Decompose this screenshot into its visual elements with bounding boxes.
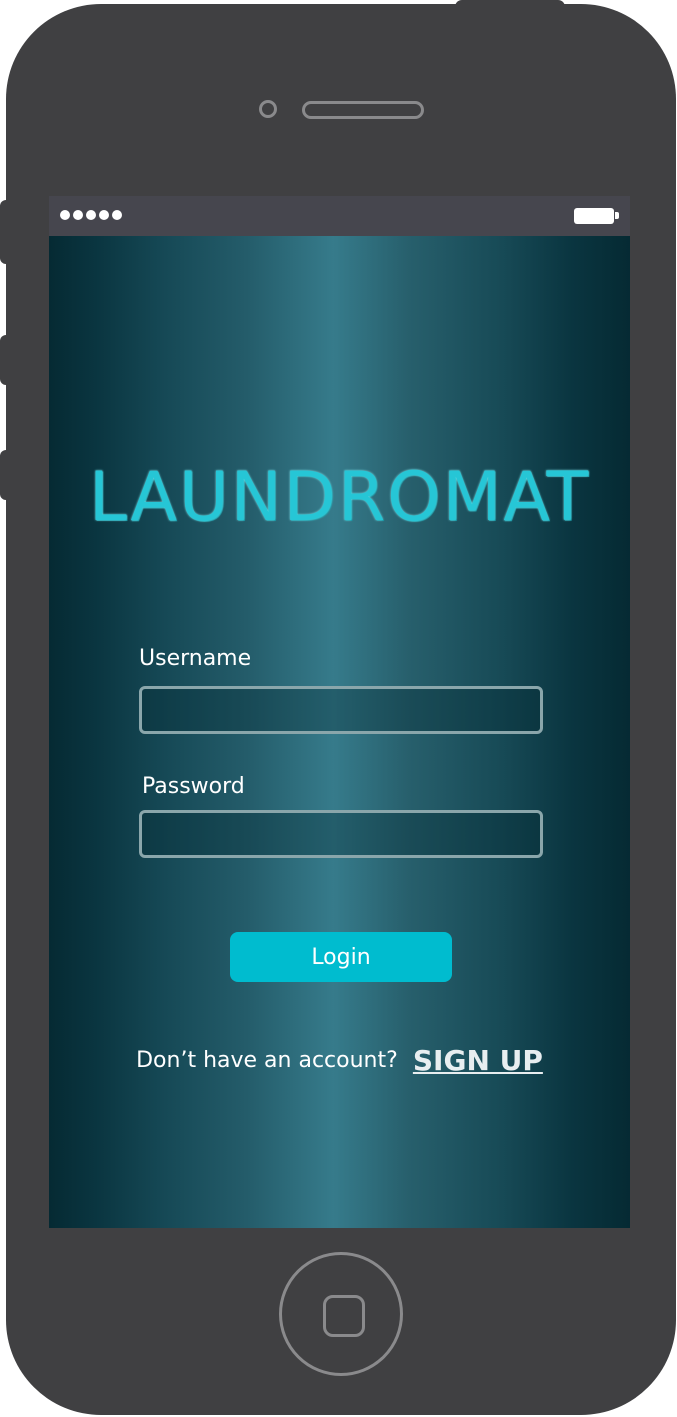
login-button[interactable]: Login (230, 932, 452, 982)
signal-dot (60, 210, 70, 220)
username-label: Username (139, 646, 252, 671)
signal-strength-icon (60, 210, 122, 220)
signup-prompt: Don’t have an account? (136, 1048, 398, 1073)
home-square-icon (323, 1295, 365, 1337)
app-logo: LAUNDROMAT (88, 458, 591, 537)
login-screen: LAUNDROMAT Username Password Login Don’t… (49, 236, 630, 1228)
signal-dot (86, 210, 96, 220)
earpiece-speaker (302, 101, 424, 119)
password-input[interactable] (139, 810, 543, 858)
status-bar (49, 196, 630, 236)
battery-full-icon (574, 208, 614, 224)
front-camera (259, 100, 277, 118)
signal-dot (73, 210, 83, 220)
signup-row: Don’t have an account? SIGN UP (49, 1044, 630, 1077)
signal-dot (112, 210, 122, 220)
home-button[interactable] (279, 1252, 403, 1376)
device-mockup: LAUNDROMAT Username Password Login Don’t… (0, 0, 677, 1417)
signal-dot (99, 210, 109, 220)
username-input[interactable] (139, 686, 543, 734)
signup-link[interactable]: SIGN UP (413, 1044, 543, 1077)
password-label: Password (142, 774, 245, 799)
phone-screen: LAUNDROMAT Username Password Login Don’t… (49, 196, 630, 1228)
battery-tip (615, 212, 619, 219)
